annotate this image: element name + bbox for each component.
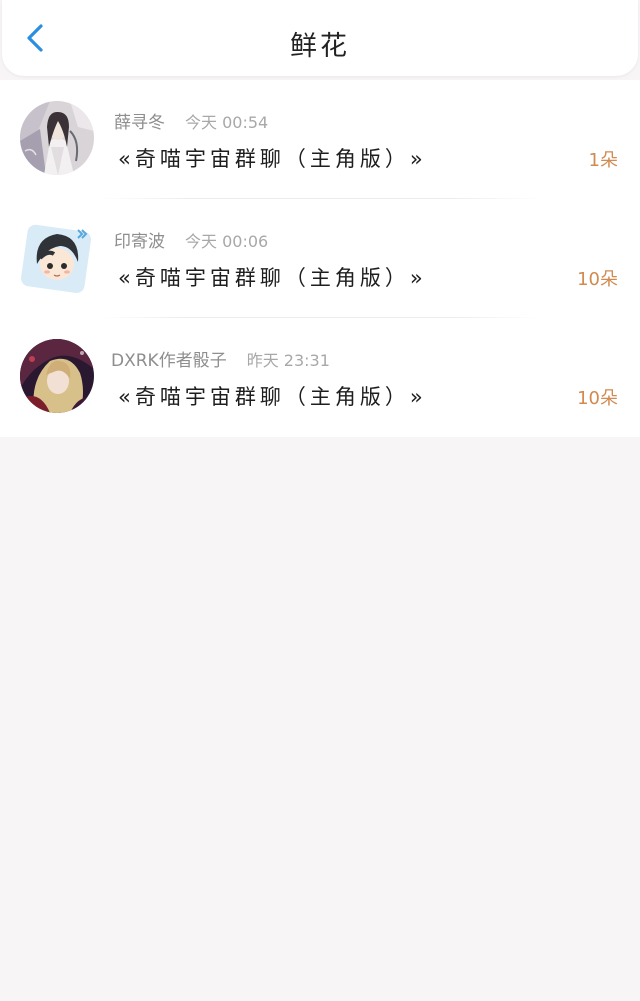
flower-record-list: 薛寻冬 今天 00:54 «奇喵宇宙群聊（主角版）» 1朵 印寄波 今天 00:06 [0, 80, 640, 437]
sender-name[interactable]: 印寄波 [114, 232, 165, 252]
list-item[interactable]: 薛寻冬 今天 00:54 «奇喵宇宙群聊（主角版）» 1朵 [0, 80, 640, 199]
record-meta: DXRK作者骰子 昨天 23:31 [111, 346, 330, 371]
flower-count: 10朵 [577, 269, 618, 290]
avatar[interactable] [20, 339, 94, 413]
avatar[interactable] [20, 101, 94, 175]
record-time: 昨天 23:31 [246, 351, 330, 370]
flower-count: 10朵 [577, 388, 618, 409]
book-title[interactable]: «奇喵宇宙群聊（主角版）» [118, 143, 427, 173]
record-time: 今天 00:54 [185, 113, 269, 132]
book-title[interactable]: «奇喵宇宙群聊（主角版）» [118, 381, 427, 411]
sender-name[interactable]: 薛寻冬 [114, 113, 165, 133]
list-item[interactable]: DXRK作者骰子 昨天 23:31 «奇喵宇宙群聊（主角版）» 10朵 [0, 318, 640, 437]
sender-name[interactable]: DXRK作者骰子 [111, 351, 227, 371]
top-bar: 鲜花 [2, 0, 638, 76]
list-item[interactable]: 印寄波 今天 00:06 «奇喵宇宙群聊（主角版）» 10朵 [0, 199, 640, 318]
record-time: 今天 00:06 [185, 232, 269, 251]
flower-count: 1朵 [588, 150, 618, 171]
record-meta: 印寄波 今天 00:06 [114, 227, 268, 252]
book-title[interactable]: «奇喵宇宙群聊（主角版）» [118, 262, 427, 292]
record-meta: 薛寻冬 今天 00:54 [114, 108, 268, 133]
page-title: 鲜花 [290, 31, 350, 62]
avatar[interactable] [20, 220, 94, 294]
